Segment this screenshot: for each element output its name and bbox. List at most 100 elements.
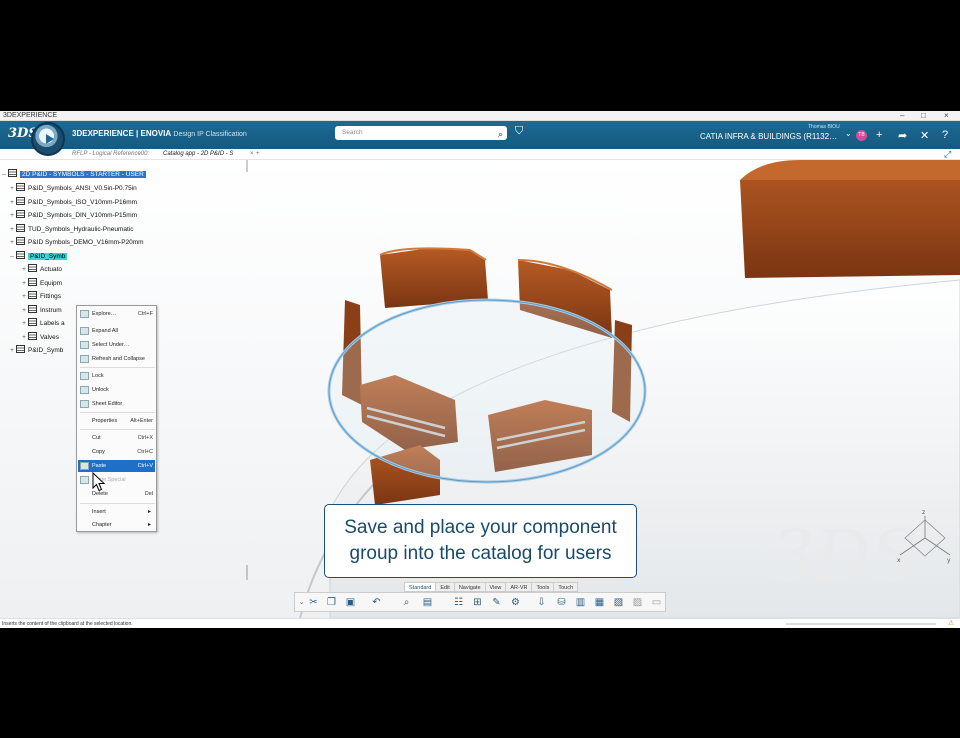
user-name: Thomas BIOU — [808, 124, 840, 130]
explore-icon — [80, 310, 89, 318]
menu-item-properties[interactable]: Properties Alt+Enter — [78, 415, 155, 427]
avatar[interactable]: TB — [856, 130, 867, 141]
menu-item-expand-all[interactable]: Expand All — [78, 325, 155, 337]
cut-icon[interactable]: ✂ — [307, 596, 320, 609]
table-icon[interactable]: ☷ — [452, 596, 465, 609]
expand-icon[interactable]: + — [8, 210, 16, 221]
tree-item-selected-chapter[interactable]: – P&ID_Symb — [8, 251, 68, 262]
menu-item-delete[interactable]: Delete Del — [78, 488, 155, 500]
help-icon[interactable]: ? — [942, 129, 948, 141]
caption-line-1: Save and place your component — [344, 517, 617, 538]
search-input[interactable]: Search ⌕ — [335, 126, 507, 140]
expand-icon[interactable]: + — [8, 345, 16, 356]
database-icon[interactable]: ⛁ — [555, 596, 568, 609]
tab-tools[interactable]: Tools — [531, 582, 555, 592]
tab-view[interactable]: View — [484, 582, 507, 592]
tree-icon[interactable]: ⊞ — [471, 596, 484, 609]
book-icon[interactable]: ▤ — [421, 596, 434, 609]
compass-icon[interactable] — [31, 122, 65, 156]
menu-item-lock[interactable]: Lock — [78, 370, 155, 382]
search-icon[interactable]: ⌕ — [498, 127, 503, 141]
menu-item-sheet-editor[interactable]: Sheet Editor — [78, 398, 155, 410]
tag-icon[interactable]: ⛉ — [515, 125, 523, 138]
tab-navigate[interactable]: Navigate — [453, 582, 486, 592]
paste-icon[interactable]: ▣ — [344, 596, 357, 609]
menu-item-explore[interactable]: Explore… Ctrl+F — [78, 308, 155, 320]
expand-icon[interactable]: + — [20, 332, 28, 343]
menu-item-chapter[interactable]: Chapter ▸ — [78, 519, 155, 531]
catalog-icon — [8, 169, 17, 177]
tree-item-equipment[interactable]: + Equipm — [20, 278, 62, 289]
expand-icon[interactable]: + — [8, 183, 16, 194]
edit-tree-icon[interactable]: ✎ — [490, 596, 503, 609]
close-tab-icon[interactable]: × — [250, 149, 254, 160]
settings-icon[interactable]: ⚙ — [509, 596, 522, 609]
menu-item-copy[interactable]: Copy Ctrl+C — [78, 446, 155, 458]
tree-root-label: 2D P&ID - SYMBOLS - STARTER - USER — [20, 171, 146, 178]
search-placeholder: Search — [342, 129, 363, 136]
tree-item-iso[interactable]: + P&ID_Symbols_ISO_V10mm-P16mm — [8, 197, 137, 208]
window-title-bar: 3DEXPERIENCE – □ × — [0, 111, 960, 121]
import-icon[interactable]: ⇩ — [535, 596, 548, 609]
tools-icon[interactable]: ✕ — [920, 129, 929, 142]
tree-item-ansi[interactable]: + P&ID_Symbols_ANSI_V0.5in-P0.75in — [8, 183, 137, 194]
tree-item-labels[interactable]: + Labels a — [20, 318, 65, 329]
tree-item-instruments[interactable]: + Instrum — [20, 305, 62, 316]
copy-icon[interactable]: ❐ — [325, 596, 338, 609]
tree-item-valves[interactable]: + Valves — [20, 332, 59, 343]
new-tab-icon[interactable]: + — [256, 149, 260, 160]
tab-rflp[interactable]: RFLP - Logical Reference00: — [72, 149, 149, 160]
expand-icon[interactable]: + — [8, 197, 16, 208]
expand-icon[interactable]: + — [8, 224, 16, 235]
chapter-icon — [16, 183, 25, 191]
expand-view-icon[interactable]: ⤢ — [944, 149, 951, 160]
undo-icon[interactable]: ↶ — [370, 596, 383, 609]
tree-item-label: P&ID_Symbols_ANSI_V0.5in-P0.75in — [28, 185, 137, 192]
zoom-icon[interactable]: ⌕ — [400, 596, 413, 609]
tree-item-hydraulic[interactable]: + TUD_Symbols_Hydraulic-Pneumatic — [8, 224, 133, 235]
close-icon[interactable]: × — [944, 111, 949, 121]
expand-icon[interactable]: + — [8, 237, 16, 248]
collapse-icon[interactable]: – — [0, 169, 8, 180]
report-icon[interactable]: ▧ — [612, 596, 625, 609]
collapse-icon[interactable]: – — [8, 251, 16, 262]
share-icon[interactable]: ➦ — [898, 129, 907, 142]
tree-item-last-chapter[interactable]: + P&ID_Symb — [8, 345, 63, 356]
tree-item-fittings[interactable]: + Fittings — [20, 291, 61, 302]
chevron-down-icon[interactable]: ⌄ — [845, 129, 852, 138]
menu-item-select-under[interactable]: Select Under… — [78, 339, 155, 351]
expand-icon[interactable]: + — [20, 264, 28, 275]
tree-item-label: Instrum — [40, 307, 62, 314]
minimize-icon[interactable]: – — [900, 111, 904, 121]
maximize-icon[interactable]: □ — [921, 111, 926, 121]
menu-item-paste[interactable]: Paste Ctrl+V — [78, 460, 155, 472]
app-name[interactable]: CATIA INFRA & BUILDINGS (R1132… — [700, 132, 837, 141]
chapter-icon — [16, 210, 25, 218]
tree-item-label: Actuato — [40, 266, 63, 273]
expand-icon[interactable]: + — [20, 305, 28, 316]
tree-item-actuators[interactable]: + Actuato — [20, 264, 62, 275]
tree-root[interactable]: – 2D P&ID - SYMBOLS - STARTER - USER — [0, 169, 146, 180]
3d-viewer[interactable]: 3DS z x y – 2D P&ID - SYMBOLS - STARTER -… — [0, 160, 960, 618]
tab-edit[interactable]: Edit — [435, 582, 455, 592]
warning-icon[interactable]: ⚠ — [948, 619, 954, 628]
menu-item-cut[interactable]: Cut Ctrl+X — [78, 432, 155, 444]
menu-item-unlock[interactable]: Unlock — [78, 384, 155, 396]
tab-touch[interactable]: Touch — [553, 582, 579, 592]
menu-item-insert[interactable]: Insert ▸ — [78, 506, 155, 518]
expand-icon[interactable]: + — [20, 318, 28, 329]
grid-icon[interactable]: ▦ — [593, 596, 606, 609]
tab-strip: RFLP - Logical Reference00: Catalog app … — [0, 149, 960, 160]
expand-icon[interactable]: + — [20, 278, 28, 289]
add-icon[interactable]: + — [876, 129, 882, 141]
tab-catalog-app[interactable]: Catalog app - 2D P&ID - S — [163, 149, 233, 160]
tree-item-din[interactable]: + P&ID_Symbols_DIN_V10mm-P15mm — [8, 210, 137, 221]
tree-item-label: TUD_Symbols_Hydraulic-Pneumatic — [28, 226, 134, 233]
tab-ar-vr[interactable]: AR-VR — [505, 582, 533, 592]
tree-item-demo[interactable]: + P&ID Symbols_DEMO_V16mm-P20mm — [8, 237, 144, 248]
expand-icon[interactable]: + — [20, 291, 28, 302]
chart-icon[interactable]: ▥ — [574, 596, 587, 609]
menu-item-refresh-collapse[interactable]: Refresh and Collapse — [78, 353, 155, 365]
tab-standard[interactable]: Standard — [404, 582, 437, 592]
svg-text:y: y — [947, 557, 951, 564]
